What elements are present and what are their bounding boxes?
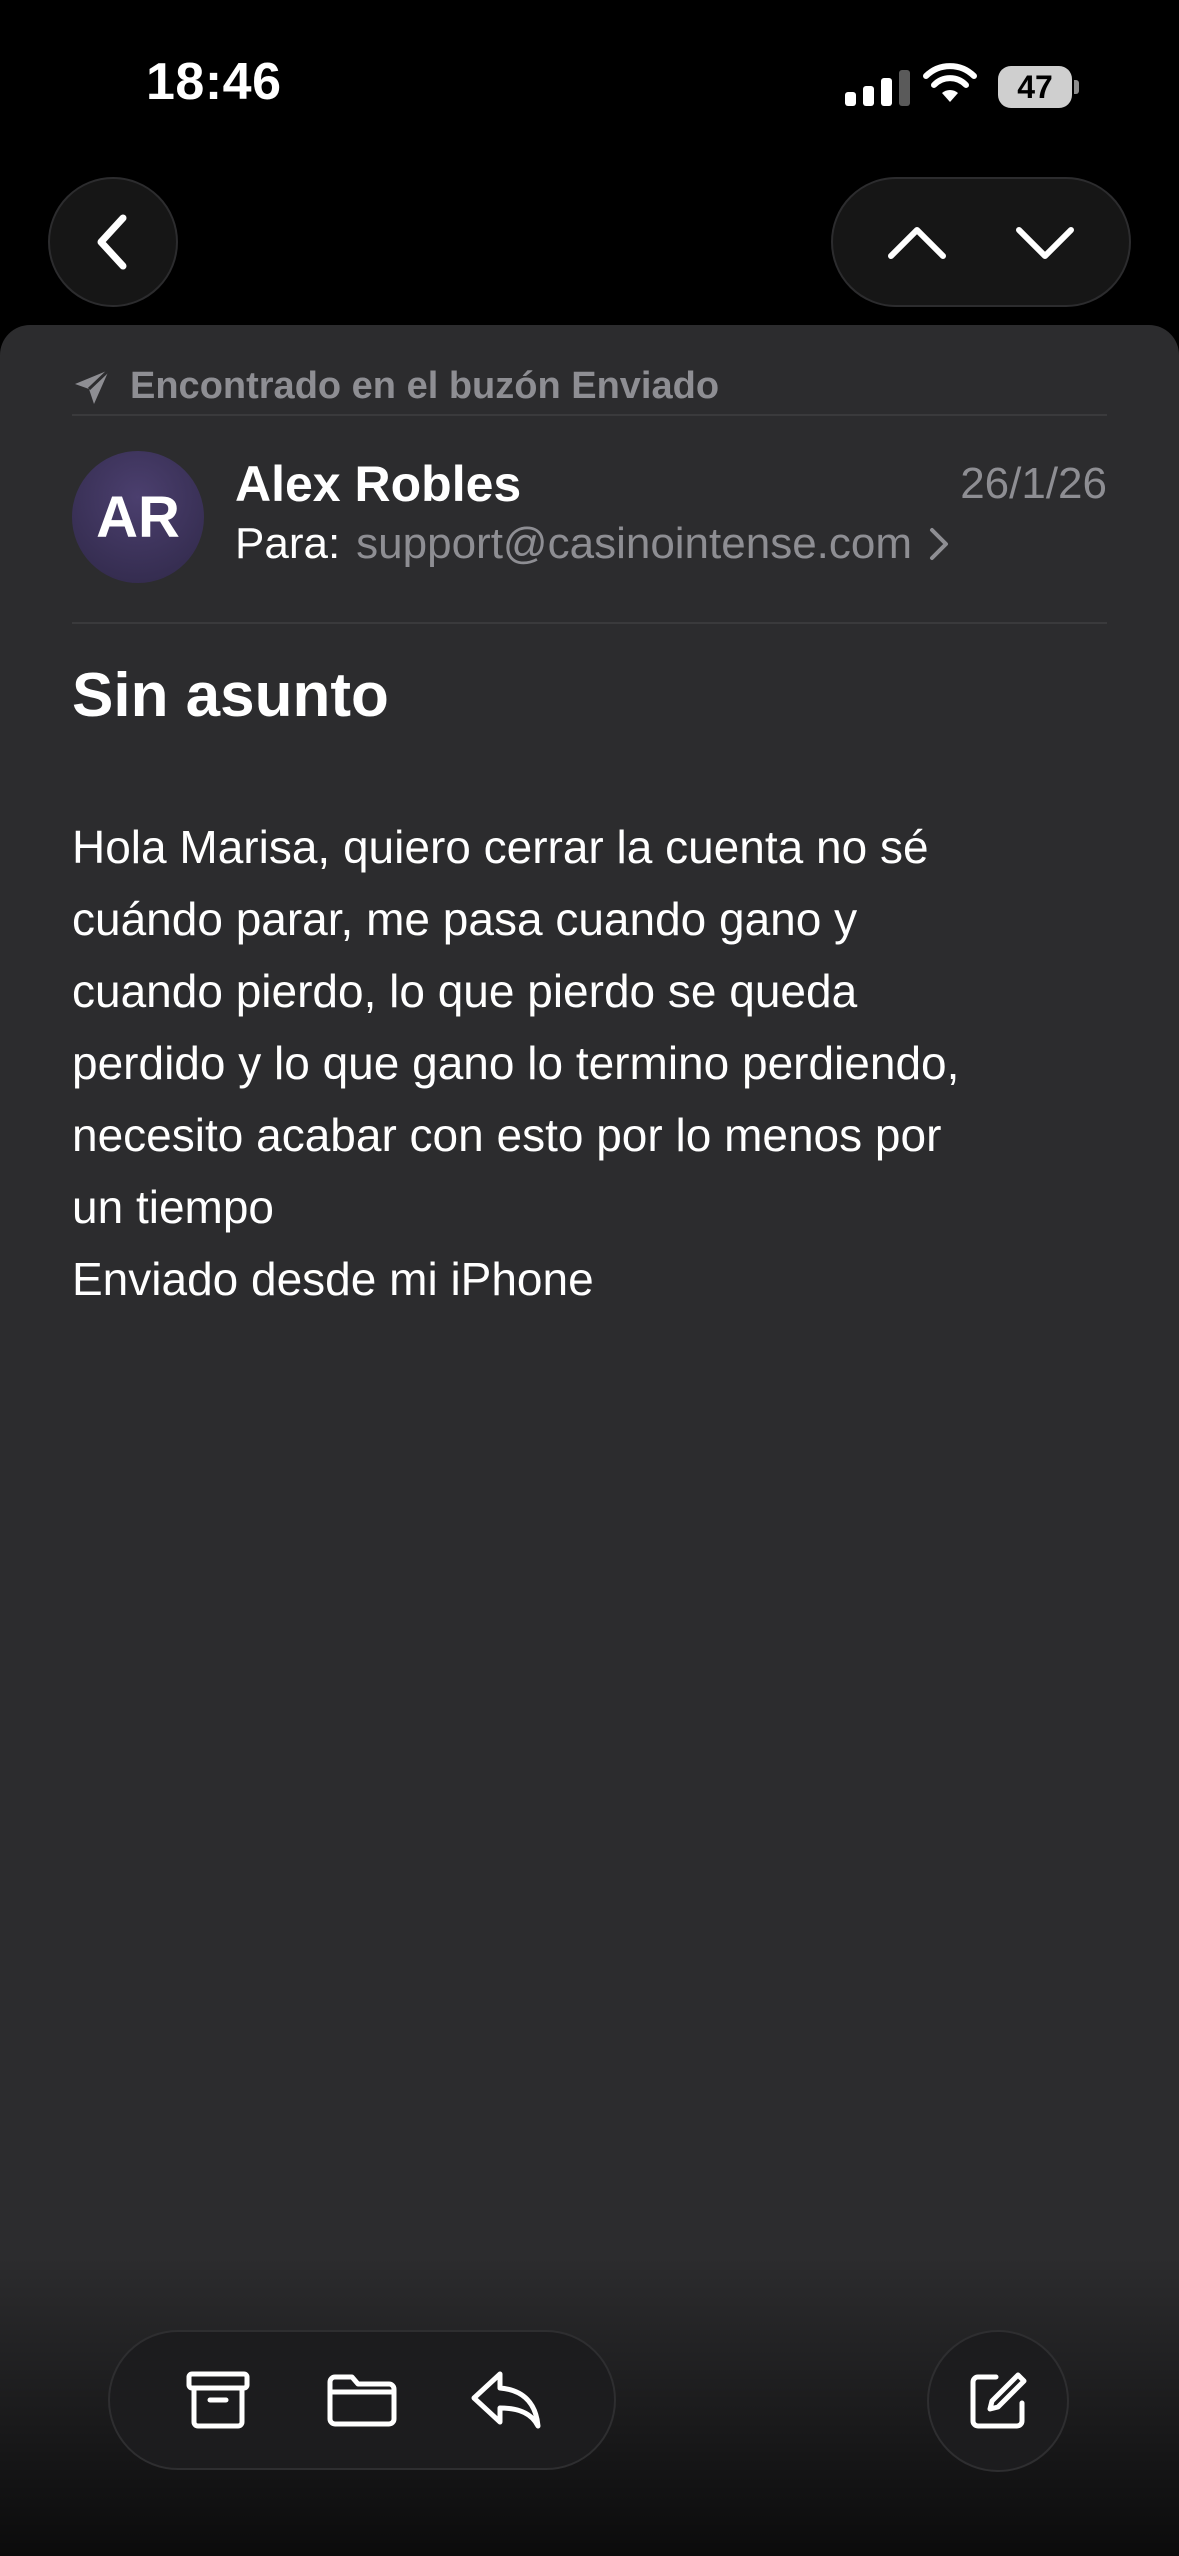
body-line: Hola Marisa, quiero cerrar la cuenta no … bbox=[72, 821, 929, 873]
chevron-down-icon bbox=[1016, 227, 1074, 259]
message-sheet: Encontrado en el buzón Enviado AR Alex R… bbox=[0, 325, 1179, 2556]
paper-plane-icon bbox=[75, 368, 111, 404]
recipients-row[interactable]: Para: support@casinointense.com bbox=[235, 519, 950, 569]
archive-button[interactable] bbox=[163, 2345, 273, 2455]
sender-name[interactable]: Alex Robles bbox=[235, 455, 521, 513]
wifi-icon bbox=[923, 63, 977, 102]
recipient-address[interactable]: support@casinointense.com bbox=[356, 519, 912, 569]
previous-message-button[interactable] bbox=[862, 187, 972, 297]
chevron-up-icon bbox=[888, 227, 946, 259]
to-label: Para: bbox=[235, 519, 341, 568]
folder-icon bbox=[327, 2374, 397, 2427]
compose-icon bbox=[970, 2372, 1027, 2429]
back-button[interactable] bbox=[48, 177, 178, 307]
divider bbox=[72, 414, 1107, 416]
reply-icon bbox=[471, 2371, 541, 2429]
body-line: cuando pierdo, lo que pierdo se queda bbox=[72, 965, 858, 1017]
mailbox-info: Encontrado en el buzón Enviado bbox=[72, 365, 719, 408]
message-actions-toolbar bbox=[108, 2330, 616, 2470]
message-navigation bbox=[831, 177, 1131, 307]
message-date: 26/1/26 bbox=[960, 459, 1107, 508]
move-to-folder-button[interactable] bbox=[307, 2345, 417, 2455]
battery-icon: 47 bbox=[998, 66, 1079, 108]
message-subject: Sin asunto bbox=[72, 661, 389, 730]
body-line: cuándo parar, me pasa cuando gano y bbox=[72, 893, 858, 945]
body-line: necesito acabar con esto por lo menos po… bbox=[72, 1109, 942, 1161]
body-line: perdido y lo que gano lo termino perdien… bbox=[72, 1037, 960, 1089]
divider bbox=[72, 622, 1107, 624]
reply-button[interactable] bbox=[451, 2345, 561, 2455]
body-signature: Enviado desde mi iPhone bbox=[72, 1253, 594, 1305]
avatar[interactable]: AR bbox=[72, 451, 204, 583]
message-body: Hola Marisa, quiero cerrar la cuenta no … bbox=[72, 811, 1112, 1315]
archive-icon bbox=[186, 2371, 250, 2429]
chevron-right-icon bbox=[928, 526, 950, 562]
next-message-button[interactable] bbox=[990, 187, 1100, 297]
body-line: un tiempo bbox=[72, 1181, 275, 1233]
chevron-left-icon bbox=[97, 214, 127, 270]
cellular-signal-icon bbox=[845, 66, 910, 106]
status-time: 18:46 bbox=[146, 53, 282, 111]
compose-button[interactable] bbox=[927, 2330, 1069, 2472]
found-in-label: Encontrado en el buzón Enviado bbox=[130, 365, 720, 407]
battery-level: 47 bbox=[998, 66, 1072, 108]
